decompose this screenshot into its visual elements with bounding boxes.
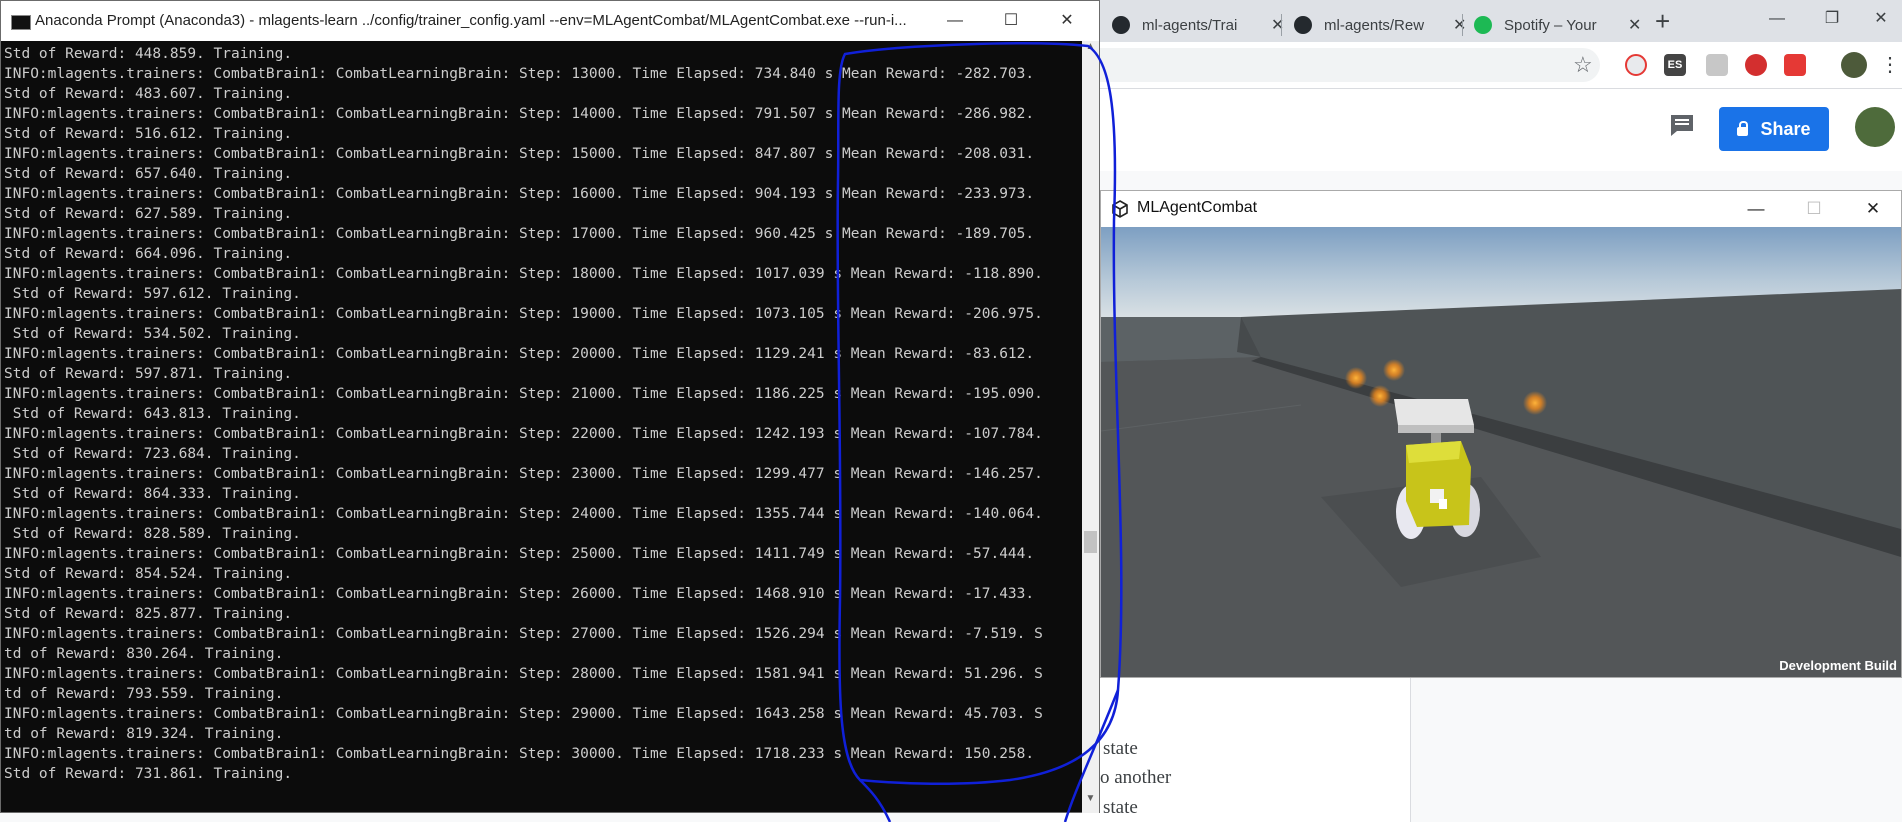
console-line: INFO:mlagents.trainers: CombatBrain1: Co… [4, 666, 1043, 682]
orange-orb [1345, 367, 1367, 389]
scrollbar-thumb[interactable] [1084, 531, 1097, 553]
console-line: INFO:mlagents.trainers: CombatBrain1: Co… [4, 66, 1035, 82]
doc-text-line: o another [1100, 767, 1172, 788]
console-line: Std of Reward: 597.612. Training. [4, 286, 301, 302]
unity-icon [1112, 200, 1128, 218]
maximize-icon: ☐ [1806, 199, 1822, 218]
tab-divider [1281, 14, 1282, 36]
restore-icon[interactable]: ❐ [1817, 4, 1847, 34]
agent-robot [1394, 399, 1480, 539]
console-line: INFO:mlagents.trainers: CombatBrain1: Co… [4, 186, 1035, 202]
github-icon [1294, 16, 1312, 34]
console-line: Std of Reward: 534.502. Training. [4, 326, 301, 342]
github-icon [1112, 16, 1130, 34]
tab-ml-agents-reward[interactable]: ml-agents/Rew ✕ [1294, 8, 1466, 42]
tab-label: Spotify – Your [1504, 16, 1597, 34]
scroll-down-icon[interactable]: ▼ [1082, 793, 1099, 809]
game-window[interactable]: MLAgentCombat — ☐ ✕ Development Build [1100, 190, 1902, 678]
console-line: Std of Reward: 516.612. Training. [4, 126, 293, 142]
extension-icon[interactable] [1625, 54, 1647, 76]
terminal-icon [11, 15, 31, 30]
development-build-watermark: Development Build [1779, 658, 1897, 673]
tab-close-icon[interactable]: ✕ [1271, 15, 1284, 35]
console-line: INFO:mlagents.trainers: CombatBrain1: Co… [4, 386, 1043, 402]
more-menu-icon[interactable]: ⋮ [1880, 52, 1900, 77]
tab-ml-agents-training[interactable]: ml-agents/Trai ✕ [1112, 8, 1284, 42]
close-icon[interactable]: ✕ [1850, 195, 1896, 223]
share-button[interactable]: Share [1719, 107, 1829, 151]
console-line: Std of Reward: 664.096. Training. [4, 246, 293, 262]
share-label: Share [1760, 118, 1811, 139]
minimize-icon[interactable]: — [935, 7, 975, 35]
console-line: INFO:mlagents.trainers: CombatBrain1: Co… [4, 746, 1035, 762]
console-line: Std of Reward: 828.589. Training. [4, 526, 301, 542]
console-line: Std of Reward: 723.684. Training. [4, 446, 301, 462]
console-line: INFO:mlagents.trainers: CombatBrain1: Co… [4, 506, 1043, 522]
console-line: Std of Reward: 825.877. Training. [4, 606, 293, 622]
tab-close-icon[interactable]: ✕ [1453, 15, 1466, 35]
orange-orb [1383, 359, 1405, 381]
console-line: INFO:mlagents.trainers: CombatBrain1: Co… [4, 466, 1043, 482]
game-title: MLAgentCombat [1137, 199, 1258, 216]
console-line: INFO:mlagents.trainers: CombatBrain1: Co… [4, 306, 1043, 322]
profile-avatar-icon[interactable] [1841, 52, 1867, 78]
console-line: INFO:mlagents.trainers: CombatBrain1: Co… [4, 266, 1043, 282]
comment-icon[interactable] [1669, 113, 1695, 137]
orange-orb [1523, 391, 1547, 415]
console-line: Std of Reward: 854.524. Training. [4, 566, 293, 582]
new-tab-button[interactable]: + [1655, 8, 1670, 34]
extension-icon[interactable] [1784, 54, 1806, 76]
console-line: td of Reward: 819.324. Training. [4, 726, 284, 742]
bookmark-star-icon[interactable]: ☆ [1573, 52, 1593, 78]
console-line: Std of Reward: 448.859. Training. [4, 46, 293, 62]
console-line: td of Reward: 830.264. Training. [4, 646, 284, 662]
console-line: INFO:mlagents.trainers: CombatBrain1: Co… [4, 226, 1035, 242]
orange-orb [1369, 385, 1391, 407]
console-line: td of Reward: 793.559. Training. [4, 686, 284, 702]
doc-text-line: state [1103, 738, 1138, 759]
minimize-icon[interactable]: — [1762, 4, 1792, 34]
console-line: INFO:mlagents.trainers: CombatBrain1: Co… [4, 586, 1035, 602]
console-line: INFO:mlagents.trainers: CombatBrain1: Co… [4, 106, 1035, 122]
close-icon[interactable]: ✕ [1047, 7, 1087, 35]
minimize-icon[interactable]: — [1733, 195, 1779, 223]
tab-close-icon[interactable]: ✕ [1628, 15, 1641, 35]
console-line: Std of Reward: 597.871. Training. [4, 366, 293, 382]
tab-label: ml-agents/Trai [1142, 16, 1238, 34]
console-titlebar[interactable]: Anaconda Prompt (Anaconda3) - mlagents-l… [1, 1, 1099, 41]
console-line: Std of Reward: 483.607. Training. [4, 86, 293, 102]
console-line: Std of Reward: 731.861. Training. [4, 766, 293, 782]
console-line: Std of Reward: 643.813. Training. [4, 406, 301, 422]
doc-text-line: state [1103, 797, 1138, 818]
lock-icon [1737, 120, 1749, 136]
scroll-up-icon[interactable]: ▲ [1082, 41, 1099, 57]
extension-icon[interactable] [1706, 54, 1728, 76]
console-line: INFO:mlagents.trainers: CombatBrain1: Co… [4, 146, 1035, 162]
console-title: Anaconda Prompt (Anaconda3) - mlagents-l… [35, 12, 907, 29]
tab-spotify[interactable]: Spotify – Your ✕ [1474, 8, 1641, 42]
maximize-icon[interactable]: ☐ [991, 7, 1031, 35]
extension-es-icon[interactable]: ES [1664, 54, 1686, 76]
console-line: INFO:mlagents.trainers: CombatBrain1: Co… [4, 626, 1043, 642]
close-icon[interactable]: ✕ [1866, 4, 1896, 34]
game-titlebar[interactable]: MLAgentCombat — ☐ ✕ [1101, 191, 1901, 227]
spotify-icon [1474, 16, 1492, 34]
console-line: Std of Reward: 657.640. Training. [4, 166, 293, 182]
back-wall-left [1101, 317, 1261, 362]
console-line: Std of Reward: 864.333. Training. [4, 486, 301, 502]
console-line: INFO:mlagents.trainers: CombatBrain1: Co… [4, 546, 1035, 562]
anaconda-prompt-window[interactable]: Anaconda Prompt (Anaconda3) - mlagents-l… [0, 0, 1100, 813]
console-output[interactable]: Std of Reward: 448.859. Training. INFO:ml… [4, 44, 1079, 792]
extension-shield-icon[interactable] [1745, 54, 1767, 76]
avatar[interactable] [1855, 107, 1895, 147]
game-viewport[interactable]: Development Build [1101, 227, 1901, 677]
tab-label: ml-agents/Rew [1324, 16, 1425, 34]
console-line: INFO:mlagents.trainers: CombatBrain1: Co… [4, 346, 1035, 362]
console-line: Std of Reward: 627.589. Training. [4, 206, 293, 222]
tab-divider [1462, 14, 1463, 36]
game-scene [1101, 227, 1901, 677]
console-line: INFO:mlagents.trainers: CombatBrain1: Co… [4, 426, 1043, 442]
scrollbar-track[interactable] [1082, 41, 1099, 813]
console-line: INFO:mlagents.trainers: CombatBrain1: Co… [4, 706, 1043, 722]
